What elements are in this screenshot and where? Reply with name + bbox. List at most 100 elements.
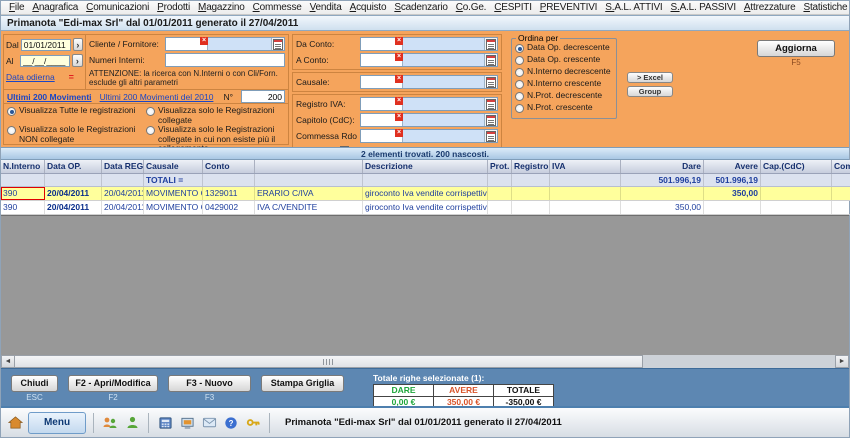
data-odierna-link[interactable]: Data odierna xyxy=(6,72,55,82)
n-movimenti-input[interactable] xyxy=(241,90,285,103)
col-conto[interactable]: Conto xyxy=(203,160,255,173)
ultimi-200-2010-link[interactable]: Ultimi 200 Movimenti del 2010 xyxy=(100,92,214,102)
chiudi-button[interactable]: Chiudi xyxy=(11,374,58,392)
da-conto-combo[interactable]: × xyxy=(360,37,498,51)
clear-icon[interactable]: × xyxy=(395,53,403,61)
apri-modifica-button[interactable]: F2 - Apri/Modifica xyxy=(68,374,158,392)
mail-icon[interactable] xyxy=(200,414,218,432)
clear-icon[interactable]: × xyxy=(395,129,403,137)
col-registro[interactable]: Registro xyxy=(512,160,550,173)
numeri-interni-label: Numeri Interni: xyxy=(89,55,145,65)
clear-icon[interactable]: × xyxy=(395,37,403,45)
menu-comunicazioni[interactable]: Comunicazioni xyxy=(82,2,153,13)
menu-acquisto[interactable]: Acquisto xyxy=(346,2,391,13)
lookup-icon[interactable] xyxy=(484,98,497,110)
col-causale[interactable]: Causale xyxy=(144,160,203,173)
avere-header: AVERE xyxy=(433,384,494,397)
radio-nprot-crescente[interactable]: N.Prot. crescente xyxy=(515,102,613,113)
scroll-left-arrow[interactable]: ◄ xyxy=(1,355,15,368)
menu-button[interactable]: Menu xyxy=(28,411,86,434)
clear-icon[interactable]: × xyxy=(395,75,403,83)
aggiorna-button[interactable]: Aggiorna xyxy=(757,40,835,57)
al-picker-button[interactable]: › xyxy=(71,54,83,67)
clear-icon[interactable]: × xyxy=(395,113,403,121)
col-avere[interactable]: Avere xyxy=(704,160,761,173)
col-descrizione[interactable]: Descrizione xyxy=(363,160,488,173)
menu-coge[interactable]: Co.Ge. xyxy=(452,2,491,13)
col-prot[interactable]: Prot. xyxy=(488,160,512,173)
key-icon[interactable] xyxy=(244,414,262,432)
menu-sal-attivi[interactable]: S.A.L. ATTIVI xyxy=(601,2,666,13)
home-icon[interactable] xyxy=(6,414,24,432)
lookup-icon[interactable] xyxy=(484,54,497,66)
lookup-icon[interactable] xyxy=(484,76,497,88)
lookup-icon[interactable] xyxy=(484,38,497,50)
commessa-rdo-label: Commessa Rdo xyxy=(296,131,357,141)
a-conto-combo[interactable]: × xyxy=(360,53,498,67)
stampa-griglia-button[interactable]: Stampa Griglia xyxy=(261,374,344,392)
user-icon[interactable] xyxy=(123,414,141,432)
dal-date-input[interactable] xyxy=(20,38,71,51)
users-icon[interactable] xyxy=(101,414,119,432)
lookup-icon[interactable] xyxy=(484,114,497,126)
col-data-op[interactable]: Data OP. xyxy=(45,160,102,173)
menu-anagrafica[interactable]: Anagrafica xyxy=(28,2,82,13)
lookup-icon[interactable] xyxy=(271,38,284,50)
col-dare[interactable]: Dare xyxy=(621,160,704,173)
menu-scadenzario[interactable]: Scadenzario xyxy=(390,2,451,13)
menu-commesse[interactable]: Commesse xyxy=(249,2,306,13)
radio-ninterno-crescente[interactable]: N.Interno crescente xyxy=(515,78,613,89)
cliente-code-input[interactable]: × xyxy=(166,37,208,50)
commessa-rdo-combo[interactable]: × xyxy=(360,129,498,143)
ultimi-200-link[interactable]: Ultimi 200 Movimenti xyxy=(7,92,92,102)
col-conto-nome[interactable] xyxy=(255,160,363,173)
numeri-interni-input[interactable] xyxy=(165,53,285,67)
help-icon[interactable]: ? xyxy=(222,414,240,432)
menu-attrezzature[interactable]: Attrezzature xyxy=(740,2,800,13)
a-conto-label: A Conto: xyxy=(296,55,329,65)
dal-picker-button[interactable]: › xyxy=(72,38,83,51)
col-iva[interactable]: IVA xyxy=(550,160,621,173)
menu-file[interactable]: File xyxy=(5,2,28,13)
col-data-reg[interactable]: Data REG. xyxy=(102,160,144,173)
group-button[interactable]: Group xyxy=(627,86,673,97)
menu-prodotti[interactable]: Prodotti xyxy=(153,2,194,13)
scrollbar-thumb[interactable] xyxy=(15,355,643,368)
filter-panel: Dal › Al › Data odierna = xyxy=(1,31,849,159)
registro-iva-combo[interactable]: × xyxy=(360,97,498,111)
separator xyxy=(93,412,94,433)
radio-nprot-decrescente[interactable]: N.Prot. decrescente xyxy=(515,90,613,101)
scrollbar-track[interactable] xyxy=(643,355,835,368)
menu-cespiti[interactable]: CESPITI xyxy=(490,2,536,13)
clear-icon[interactable]: × xyxy=(200,37,208,45)
menu-preventivi[interactable]: PREVENTIVI xyxy=(536,2,601,13)
lookup-icon[interactable] xyxy=(484,130,497,142)
menu-vendita[interactable]: Vendita xyxy=(306,2,346,13)
col-commessa[interactable]: Com xyxy=(832,160,850,173)
table-row[interactable]: 390 20/04/2011 20/04/2011 MOVIMENTO G...… xyxy=(1,201,850,215)
clear-icon[interactable]: × xyxy=(395,97,403,105)
capitolo-cdc-label: Capitolo (CdC): xyxy=(296,115,355,125)
calculator-icon[interactable] xyxy=(156,414,174,432)
cell-ninterno: 390 xyxy=(1,201,45,214)
menu-magazzino[interactable]: Magazzino xyxy=(194,2,249,13)
radio-ninterno-decrescente[interactable]: N.Interno decrescente xyxy=(515,66,613,77)
scroll-right-arrow[interactable]: ► xyxy=(835,355,849,368)
radio-data-op-crescente[interactable]: Data Op. crescente xyxy=(515,54,613,65)
menu-sal-passivi[interactable]: S.A.L. PASSIVI xyxy=(667,2,740,13)
cliente-fornitore-combo[interactable]: × xyxy=(165,37,285,51)
horizontal-scrollbar[interactable]: ◄ ► xyxy=(1,355,849,368)
radio-data-op-decrescente[interactable]: Data Op. decrescente xyxy=(515,42,613,53)
monitor-icon[interactable] xyxy=(178,414,196,432)
nuovo-button[interactable]: F3 - Nuovo xyxy=(168,374,251,392)
col-ninterno[interactable]: N.Interno xyxy=(1,160,45,173)
capitolo-cdc-combo[interactable]: × xyxy=(360,113,498,127)
radio-visualizza-tutte[interactable]: Visualizza Tutte le registrazioni xyxy=(7,105,142,125)
col-cap-cdc[interactable]: Cap.(CdC) xyxy=(761,160,832,173)
excel-button[interactable]: > Excel xyxy=(627,72,673,83)
causale-combo[interactable]: × xyxy=(360,75,498,89)
radio-solo-collegate[interactable]: Visualizza solo le Registrazioni collega… xyxy=(146,105,285,125)
table-row[interactable]: 390 20/04/2011 20/04/2011 MOVIMENTO G...… xyxy=(1,187,850,201)
al-date-input[interactable] xyxy=(19,54,70,67)
menu-statistiche[interactable]: Statistiche xyxy=(799,2,850,13)
